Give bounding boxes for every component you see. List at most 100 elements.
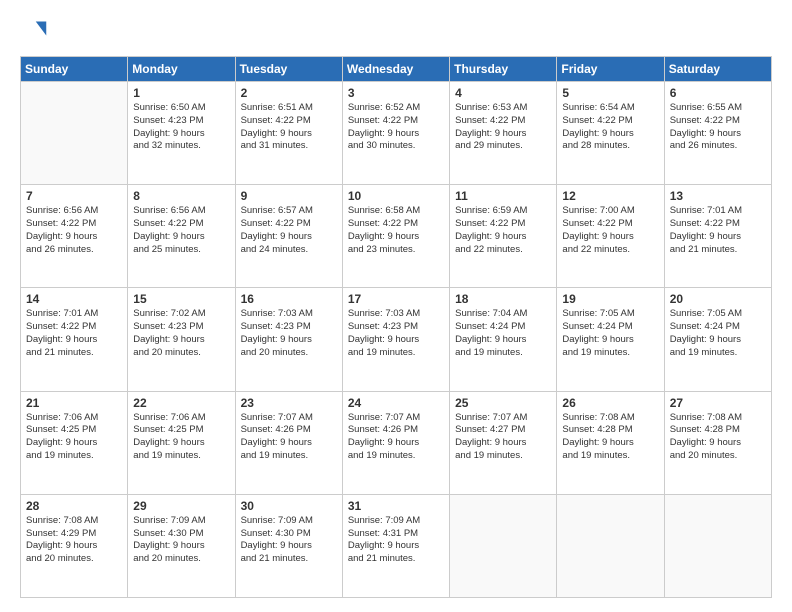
day-info: Sunrise: 6:59 AM Sunset: 4:22 PM Dayligh…: [455, 205, 551, 256]
day-cell: 7 Sunrise: 6:56 AM Sunset: 4:22 PM Daylig…: [21, 185, 128, 288]
day-number: 30: [241, 499, 337, 513]
day-cell: 30 Sunrise: 7:09 AM Sunset: 4:30 PM Dayli…: [235, 494, 342, 597]
day-info: Sunrise: 6:56 AM Sunset: 4:22 PM Dayligh…: [133, 205, 229, 256]
day-number: 1: [133, 86, 229, 100]
day-number: 16: [241, 292, 337, 306]
day-number: 23: [241, 396, 337, 410]
day-cell: 9 Sunrise: 6:57 AM Sunset: 4:22 PM Daylig…: [235, 185, 342, 288]
day-info: Sunrise: 7:07 AM Sunset: 4:26 PM Dayligh…: [348, 412, 444, 463]
day-number: 6: [670, 86, 766, 100]
day-info: Sunrise: 6:54 AM Sunset: 4:22 PM Dayligh…: [562, 102, 658, 153]
day-cell: 31 Sunrise: 7:09 AM Sunset: 4:31 PM Dayli…: [342, 494, 449, 597]
day-number: 19: [562, 292, 658, 306]
day-cell: 29 Sunrise: 7:09 AM Sunset: 4:30 PM Dayli…: [128, 494, 235, 597]
day-number: 25: [455, 396, 551, 410]
weekday-header-wednesday: Wednesday: [342, 57, 449, 82]
day-cell: 15 Sunrise: 7:02 AM Sunset: 4:23 PM Dayli…: [128, 288, 235, 391]
day-cell: 17 Sunrise: 7:03 AM Sunset: 4:23 PM Dayli…: [342, 288, 449, 391]
day-number: 22: [133, 396, 229, 410]
day-number: 21: [26, 396, 122, 410]
day-cell: 8 Sunrise: 6:56 AM Sunset: 4:22 PM Daylig…: [128, 185, 235, 288]
day-info: Sunrise: 7:08 AM Sunset: 4:28 PM Dayligh…: [670, 412, 766, 463]
day-cell: 22 Sunrise: 7:06 AM Sunset: 4:25 PM Dayli…: [128, 391, 235, 494]
day-number: 15: [133, 292, 229, 306]
day-number: 7: [26, 189, 122, 203]
day-number: 3: [348, 86, 444, 100]
day-cell: 13 Sunrise: 7:01 AM Sunset: 4:22 PM Dayli…: [664, 185, 771, 288]
generalblue-icon: [20, 18, 48, 46]
header: [20, 18, 772, 46]
day-cell: 2 Sunrise: 6:51 AM Sunset: 4:22 PM Daylig…: [235, 82, 342, 185]
weekday-header-sunday: Sunday: [21, 57, 128, 82]
day-number: 20: [670, 292, 766, 306]
day-number: 2: [241, 86, 337, 100]
day-info: Sunrise: 6:57 AM Sunset: 4:22 PM Dayligh…: [241, 205, 337, 256]
weekday-header-saturday: Saturday: [664, 57, 771, 82]
day-number: 26: [562, 396, 658, 410]
day-info: Sunrise: 7:04 AM Sunset: 4:24 PM Dayligh…: [455, 308, 551, 359]
day-info: Sunrise: 6:58 AM Sunset: 4:22 PM Dayligh…: [348, 205, 444, 256]
weekday-header-monday: Monday: [128, 57, 235, 82]
day-info: Sunrise: 7:05 AM Sunset: 4:24 PM Dayligh…: [670, 308, 766, 359]
weekday-header-row: SundayMondayTuesdayWednesdayThursdayFrid…: [21, 57, 772, 82]
day-info: Sunrise: 7:08 AM Sunset: 4:28 PM Dayligh…: [562, 412, 658, 463]
day-info: Sunrise: 7:07 AM Sunset: 4:27 PM Dayligh…: [455, 412, 551, 463]
day-cell: 27 Sunrise: 7:08 AM Sunset: 4:28 PM Dayli…: [664, 391, 771, 494]
day-info: Sunrise: 7:08 AM Sunset: 4:29 PM Dayligh…: [26, 515, 122, 566]
weekday-header-thursday: Thursday: [450, 57, 557, 82]
day-cell: 3Sunrise: 6:52 AM Sunset: 4:22 PM Daylig…: [342, 82, 449, 185]
day-info: Sunrise: 6:56 AM Sunset: 4:22 PM Dayligh…: [26, 205, 122, 256]
day-cell: 28 Sunrise: 7:08 AM Sunset: 4:29 PM Dayli…: [21, 494, 128, 597]
day-cell: 11 Sunrise: 6:59 AM Sunset: 4:22 PM Dayli…: [450, 185, 557, 288]
day-info: Sunrise: 7:01 AM Sunset: 4:22 PM Dayligh…: [26, 308, 122, 359]
day-info: Sunrise: 6:51 AM Sunset: 4:22 PM Dayligh…: [241, 102, 337, 153]
day-info: Sunrise: 6:55 AM Sunset: 4:22 PM Dayligh…: [670, 102, 766, 153]
day-number: 12: [562, 189, 658, 203]
day-number: 27: [670, 396, 766, 410]
day-info: Sunrise: 7:01 AM Sunset: 4:22 PM Dayligh…: [670, 205, 766, 256]
week-row-0: 1 Sunrise: 6:50 AM Sunset: 4:23 PM Daylig…: [21, 82, 772, 185]
day-info: Sunrise: 7:02 AM Sunset: 4:23 PM Dayligh…: [133, 308, 229, 359]
weekday-header-friday: Friday: [557, 57, 664, 82]
weekday-header-tuesday: Tuesday: [235, 57, 342, 82]
day-number: 10: [348, 189, 444, 203]
day-info: Sunrise: 7:06 AM Sunset: 4:25 PM Dayligh…: [133, 412, 229, 463]
day-cell: [21, 82, 128, 185]
day-cell: 20 Sunrise: 7:05 AM Sunset: 4:24 PM Dayli…: [664, 288, 771, 391]
day-number: 14: [26, 292, 122, 306]
day-info: Sunrise: 6:50 AM Sunset: 4:23 PM Dayligh…: [133, 102, 229, 153]
day-info: Sunrise: 7:09 AM Sunset: 4:30 PM Dayligh…: [241, 515, 337, 566]
day-info: Sunrise: 7:09 AM Sunset: 4:30 PM Dayligh…: [133, 515, 229, 566]
day-number: 29: [133, 499, 229, 513]
day-number: 31: [348, 499, 444, 513]
page: SundayMondayTuesdayWednesdayThursdayFrid…: [0, 0, 792, 612]
day-cell: 25 Sunrise: 7:07 AM Sunset: 4:27 PM Dayli…: [450, 391, 557, 494]
day-info: Sunrise: 7:03 AM Sunset: 4:23 PM Dayligh…: [348, 308, 444, 359]
day-cell: 16 Sunrise: 7:03 AM Sunset: 4:23 PM Dayli…: [235, 288, 342, 391]
day-cell: 19Sunrise: 7:05 AM Sunset: 4:24 PM Dayli…: [557, 288, 664, 391]
day-cell: [557, 494, 664, 597]
day-cell: [664, 494, 771, 597]
day-info: Sunrise: 7:03 AM Sunset: 4:23 PM Dayligh…: [241, 308, 337, 359]
day-number: 28: [26, 499, 122, 513]
day-info: Sunrise: 7:07 AM Sunset: 4:26 PM Dayligh…: [241, 412, 337, 463]
day-cell: 10 Sunrise: 6:58 AM Sunset: 4:22 PM Dayli…: [342, 185, 449, 288]
day-cell: 6 Sunrise: 6:55 AM Sunset: 4:22 PM Daylig…: [664, 82, 771, 185]
day-number: 13: [670, 189, 766, 203]
day-cell: 4 Sunrise: 6:53 AM Sunset: 4:22 PM Daylig…: [450, 82, 557, 185]
day-number: 8: [133, 189, 229, 203]
day-cell: 5Sunrise: 6:54 AM Sunset: 4:22 PM Daylig…: [557, 82, 664, 185]
day-cell: 21 Sunrise: 7:06 AM Sunset: 4:25 PM Dayli…: [21, 391, 128, 494]
day-number: 9: [241, 189, 337, 203]
day-cell: 26 Sunrise: 7:08 AM Sunset: 4:28 PM Dayli…: [557, 391, 664, 494]
calendar: SundayMondayTuesdayWednesdayThursdayFrid…: [20, 56, 772, 598]
day-cell: 14 Sunrise: 7:01 AM Sunset: 4:22 PM Dayli…: [21, 288, 128, 391]
day-number: 17: [348, 292, 444, 306]
day-info: Sunrise: 7:00 AM Sunset: 4:22 PM Dayligh…: [562, 205, 658, 256]
day-info: Sunrise: 7:09 AM Sunset: 4:31 PM Dayligh…: [348, 515, 444, 566]
day-info: Sunrise: 6:53 AM Sunset: 4:22 PM Dayligh…: [455, 102, 551, 153]
day-number: 4: [455, 86, 551, 100]
day-info: Sunrise: 7:06 AM Sunset: 4:25 PM Dayligh…: [26, 412, 122, 463]
day-number: 11: [455, 189, 551, 203]
day-number: 24: [348, 396, 444, 410]
